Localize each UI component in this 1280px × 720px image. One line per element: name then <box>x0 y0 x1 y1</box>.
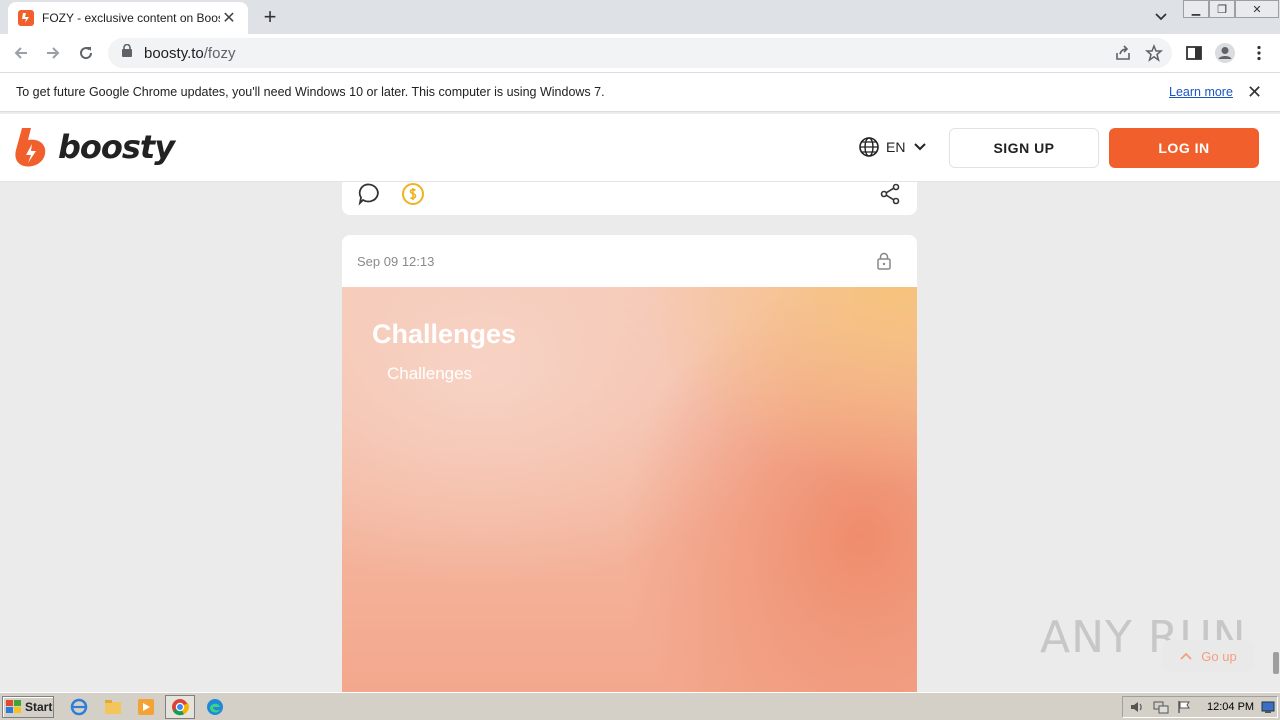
logo-wordmark: boosty <box>58 128 175 166</box>
go-up-label: Go up <box>1201 648 1237 664</box>
browser-toolbar: boosty.to/fozy <box>0 34 1280 72</box>
chevron-up-icon <box>1180 652 1192 660</box>
donate-coin-icon[interactable] <box>401 182 425 211</box>
menu-kebab-icon[interactable] <box>1248 42 1270 64</box>
boosty-logo-icon <box>15 128 46 167</box>
profile-avatar-icon[interactable] <box>1214 42 1236 64</box>
post-date: Sep 09 12:13 <box>357 253 435 269</box>
go-up-button[interactable]: Go up <box>1162 640 1254 672</box>
reload-button[interactable] <box>75 42 97 64</box>
back-button[interactable] <box>10 42 32 64</box>
tab-search-chevron-icon[interactable] <box>1151 6 1171 26</box>
address-bar[interactable]: boosty.to/fozy <box>108 38 1172 68</box>
cover-title: Challenges <box>372 319 517 349</box>
log-in-button[interactable]: LOG IN <box>1109 128 1259 168</box>
forward-button[interactable] <box>42 42 64 64</box>
chrome-icon[interactable] <box>170 697 190 717</box>
window-controls: ▁ ❐ ✕ <box>1183 0 1279 18</box>
network-icon[interactable] <box>1153 700 1169 719</box>
share-icon[interactable] <box>1112 42 1134 64</box>
scrollbar-thumb[interactable] <box>1273 652 1279 674</box>
comment-icon[interactable] <box>357 182 381 211</box>
show-desktop-icon[interactable] <box>1261 700 1275 719</box>
post-header: Sep 09 12:13 <box>342 235 917 287</box>
browser-tab[interactable]: FOZY - exclusive content on Boosty ✕ <box>8 2 248 34</box>
edge-icon[interactable] <box>205 697 225 717</box>
chevron-down-icon <box>914 143 927 151</box>
new-tab-button[interactable]: + <box>258 5 282 29</box>
system-tray: 12:04 PM <box>1122 696 1278 718</box>
start-label: Start <box>25 700 53 714</box>
bookmark-star-icon[interactable] <box>1143 42 1165 64</box>
language-selector[interactable]: EN <box>858 136 929 158</box>
taskbar-clock[interactable]: 12:04 PM <box>1207 701 1254 713</box>
windows-flag-icon <box>6 700 21 713</box>
restore-button[interactable]: ❐ <box>1209 0 1235 18</box>
sign-up-button[interactable]: SIGN UP <box>949 128 1099 168</box>
minimize-button[interactable]: ▁ <box>1183 0 1209 18</box>
update-infobar: To get future Google Chrome updates, you… <box>0 72 1280 112</box>
media-player-icon[interactable] <box>136 697 156 717</box>
learn-more-link[interactable]: Learn more <box>1169 85 1233 99</box>
boosty-favicon-icon <box>18 10 34 26</box>
tab-strip: FOZY - exclusive content on Boosty ✕ + ▁… <box>0 0 1280 34</box>
action-center-flag-icon[interactable] <box>1177 700 1191 719</box>
boosty-logo[interactable]: boosty <box>14 126 175 168</box>
post-cover-image: Challenges Challenges <box>342 287 917 692</box>
share-post-icon[interactable] <box>878 182 902 211</box>
lock-icon[interactable] <box>122 43 132 62</box>
internet-explorer-icon[interactable] <box>69 697 89 717</box>
file-explorer-icon[interactable] <box>103 697 123 717</box>
volume-icon[interactable] <box>1129 700 1145 719</box>
locked-post-lock-icon <box>877 252 891 275</box>
close-window-button[interactable]: ✕ <box>1235 0 1279 18</box>
infobar-close-icon[interactable]: ✕ <box>1247 82 1262 103</box>
infobar-message: To get future Google Chrome updates, you… <box>16 85 605 99</box>
language-code: EN <box>886 139 906 155</box>
side-panel-icon[interactable] <box>1183 42 1205 64</box>
tab-title: FOZY - exclusive content on Boosty <box>42 11 220 25</box>
site-header: boosty EN SIGN UP LOG IN <box>0 114 1280 182</box>
post-card[interactable]: Sep 09 12:13 Challenges Challenges <box>342 235 917 692</box>
cover-subtitle: Challenges <box>387 364 473 383</box>
url-text: boosty.to/fozy <box>144 44 236 62</box>
start-button[interactable]: Start <box>2 696 54 718</box>
previous-post-footer <box>342 182 917 215</box>
tab-close-icon[interactable]: ✕ <box>220 8 238 28</box>
globe-icon <box>859 137 879 157</box>
windows-taskbar: Start 12:04 PM <box>0 692 1280 720</box>
